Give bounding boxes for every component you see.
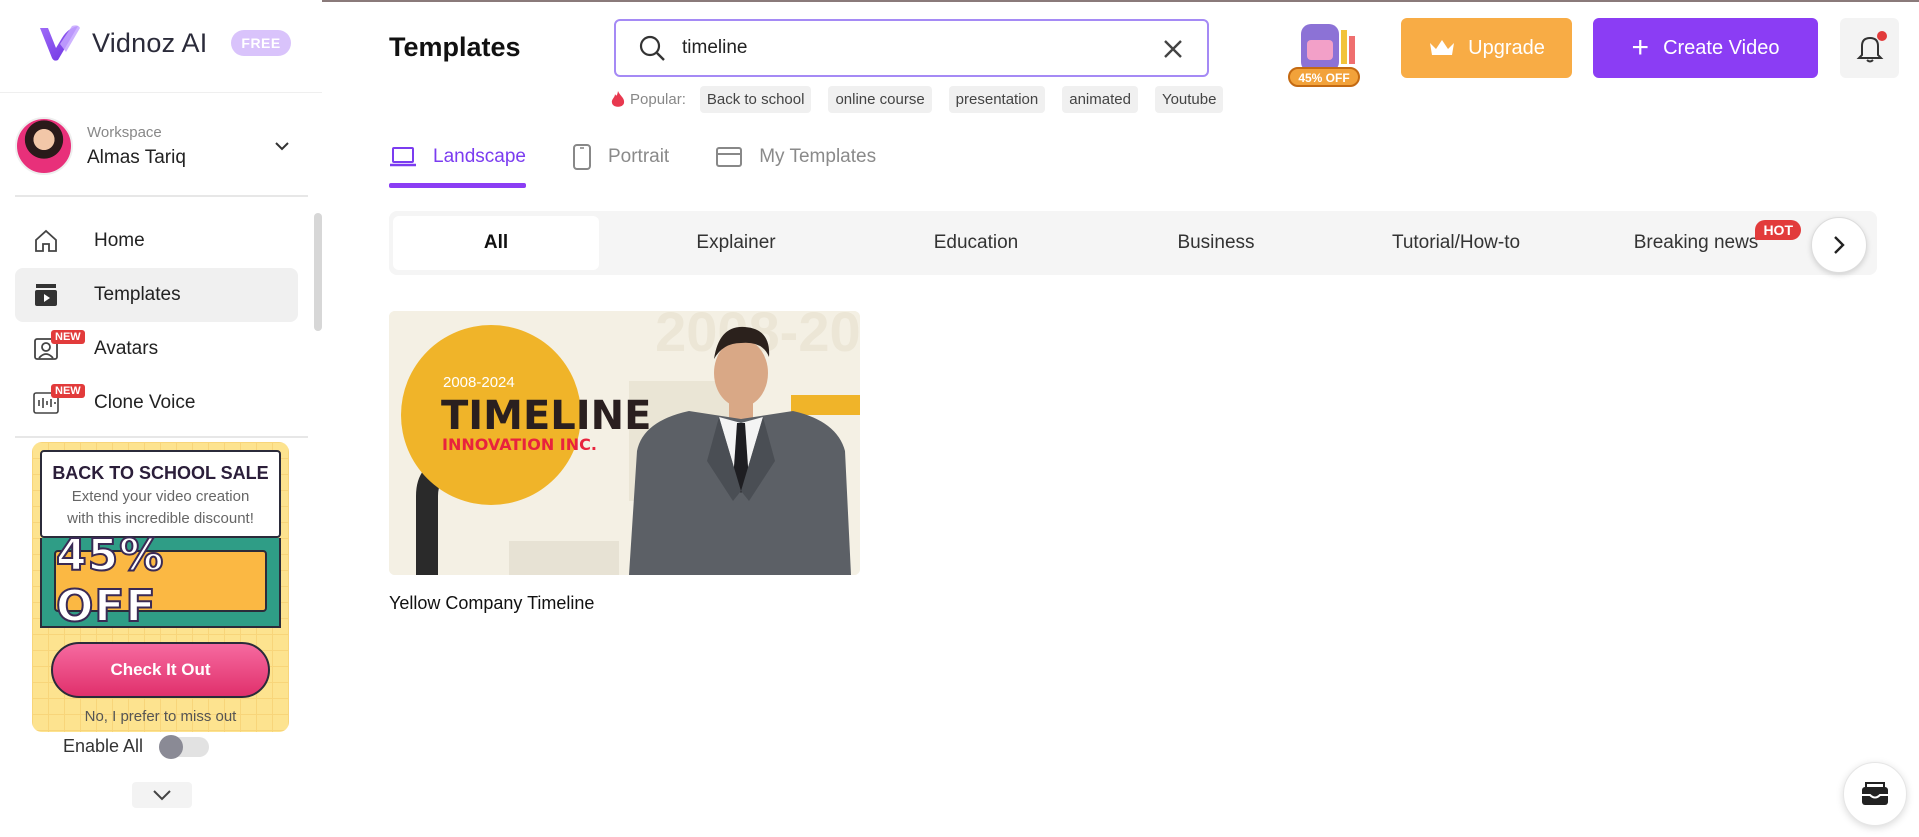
support-chat-button[interactable] (1843, 762, 1907, 826)
create-video-button[interactable]: + Create Video (1593, 18, 1818, 78)
new-badge: NEW (51, 330, 85, 344)
templates-icon (32, 281, 60, 309)
thumb-years-text: 2008-2024 (443, 374, 515, 391)
sale-promo-badge[interactable]: 45% OFF (1283, 18, 1363, 88)
popular-label: Popular: (630, 91, 686, 108)
popular-tag[interactable]: Youtube (1154, 86, 1224, 113)
crown-icon (1430, 40, 1455, 55)
popular-tag[interactable]: online course (828, 86, 932, 113)
promo-text-box: BACK TO SCHOOL SALE Extend your video cr… (40, 450, 281, 538)
chevron-down-icon[interactable] (274, 138, 290, 154)
popular-tag[interactable]: Back to school (699, 86, 812, 113)
workspace-label: Workspace (87, 123, 162, 141)
chevron-right-icon (1834, 236, 1845, 254)
divider (15, 195, 308, 197)
sidebar-item-templates[interactable]: Templates (15, 268, 298, 322)
message-inbox-icon (1862, 782, 1888, 805)
close-icon[interactable] (1161, 37, 1185, 61)
upgrade-label: Upgrade (1468, 36, 1545, 59)
promo-discount: 45% OFF (55, 529, 165, 633)
promo-subtitle-line: with this incredible discount! (67, 510, 254, 527)
popular-searches: Popular: Back to school online course pr… (610, 86, 1240, 113)
sidebar-item-label: Clone Voice (94, 392, 196, 413)
search-input[interactable] (682, 37, 1142, 59)
tab-portrait[interactable]: Portrait (572, 132, 669, 182)
sidebar-item-clone-voice[interactable]: NEW Clone Voice (15, 376, 298, 430)
category-explainer[interactable]: Explainer (633, 216, 839, 270)
sidebar-scrollbar[interactable] (314, 213, 322, 331)
category-business[interactable]: Business (1113, 216, 1319, 270)
vidnoz-logo-icon (40, 25, 80, 61)
check-it-out-button[interactable]: Check It Out (51, 642, 270, 698)
tab-label: Portrait (607, 146, 670, 167)
category-breaking-news[interactable]: Breaking news HOT (1593, 216, 1801, 270)
chevron-down-icon (153, 790, 171, 801)
promo-discount-panel: 45% OFF (40, 529, 281, 633)
promo-discount-box: 45% OFF (54, 529, 267, 633)
thumb-subheading-text: INNOVATION INC. (442, 435, 597, 454)
promo-subtitle-line: Extend your video creation (71, 488, 250, 505)
tab-label: My Templates (759, 146, 877, 167)
popular-tag[interactable]: presentation (948, 86, 1046, 113)
tab-my-templates[interactable]: My Templates (715, 132, 876, 182)
divider (15, 436, 308, 438)
template-preview-image: 2008-2024 2008-2024 TIMELINE INNOVATION … (389, 311, 860, 575)
tab-label: Landscape (433, 146, 526, 167)
category-education[interactable]: Education (873, 216, 1079, 270)
divider (0, 92, 322, 93)
page-title: Templates (389, 32, 521, 62)
sidebar-item-label: Home (94, 230, 145, 251)
notifications-button[interactable] (1840, 18, 1899, 78)
flame-icon (611, 90, 625, 107)
avatar (15, 117, 73, 175)
promo-title: BACK TO SCHOOL SALE (52, 463, 269, 483)
popular-tag[interactable]: animated (1062, 86, 1138, 113)
category-all[interactable]: All (393, 216, 599, 270)
search-bar (614, 19, 1209, 77)
thumb-heading-text: TIMELINE (441, 393, 651, 439)
dismiss-promo-link[interactable]: No, I prefer to miss out (32, 708, 289, 725)
brand-name: Vidnoz AI (92, 27, 208, 58)
category-tutorial[interactable]: Tutorial/How-to (1353, 216, 1559, 270)
new-badge: NEW (51, 384, 85, 398)
sidebar-item-avatars[interactable]: NEW Avatars (15, 322, 298, 376)
upgrade-button[interactable]: Upgrade (1401, 18, 1572, 78)
plan-badge: FREE (231, 30, 291, 56)
phone-icon (572, 144, 591, 170)
category-filter-bar: All Explainer Education Business Tutoria… (389, 211, 1877, 275)
workspace-switcher[interactable]: Workspace Almas Tariq (15, 116, 305, 176)
laptop-icon (390, 147, 416, 167)
toggle-knob (159, 734, 184, 759)
back-to-school-promo: BACK TO SCHOOL SALE Extend your video cr… (32, 442, 289, 732)
enable-all-label: Enable All (63, 736, 144, 756)
orientation-tabs: Landscape Portrait My Templates (389, 132, 922, 188)
promo-subtitle: Extend your video creation with this inc… (42, 486, 279, 530)
category-label: Breaking news (1633, 232, 1759, 253)
plus-icon: + (1631, 31, 1650, 64)
sidebar-item-label: Avatars (94, 338, 159, 359)
brand-logo[interactable]: Vidnoz AI FREE (38, 22, 291, 64)
sidebar-item-home[interactable]: Home (15, 214, 298, 268)
categories-next-button[interactable] (1811, 217, 1867, 273)
sidebar-nav: Home Templates NEW Avatars NEW Clone Voi… (15, 214, 298, 430)
hot-badge: HOT (1755, 220, 1801, 240)
sidebar-item-label: Templates (94, 284, 181, 305)
enable-all-toggle[interactable] (159, 734, 210, 759)
sidebar: Vidnoz AI FREE Workspace Almas Tariq Hom… (0, 0, 322, 837)
template-card[interactable]: 2008-2024 2008-2024 TIMELINE INNOVATION … (389, 311, 860, 614)
folder-card-icon (716, 147, 743, 167)
notification-dot (1877, 31, 1887, 41)
workspace-user-name: Almas Tariq (87, 146, 186, 168)
create-video-label: Create Video (1663, 36, 1780, 59)
enable-all-row: Enable All (63, 734, 210, 759)
backpack-sale-icon: 45% OFF (1288, 24, 1360, 87)
sidebar-expand-button[interactable] (132, 782, 192, 808)
search-icon (639, 35, 665, 61)
template-thumbnail[interactable]: 2008-2024 2008-2024 TIMELINE INNOVATION … (389, 311, 860, 575)
home-icon (32, 227, 60, 255)
tab-landscape[interactable]: Landscape (389, 132, 526, 188)
sale-badge-text: 45% OFF (1298, 71, 1349, 85)
template-title[interactable]: Yellow Company Timeline (389, 593, 860, 614)
